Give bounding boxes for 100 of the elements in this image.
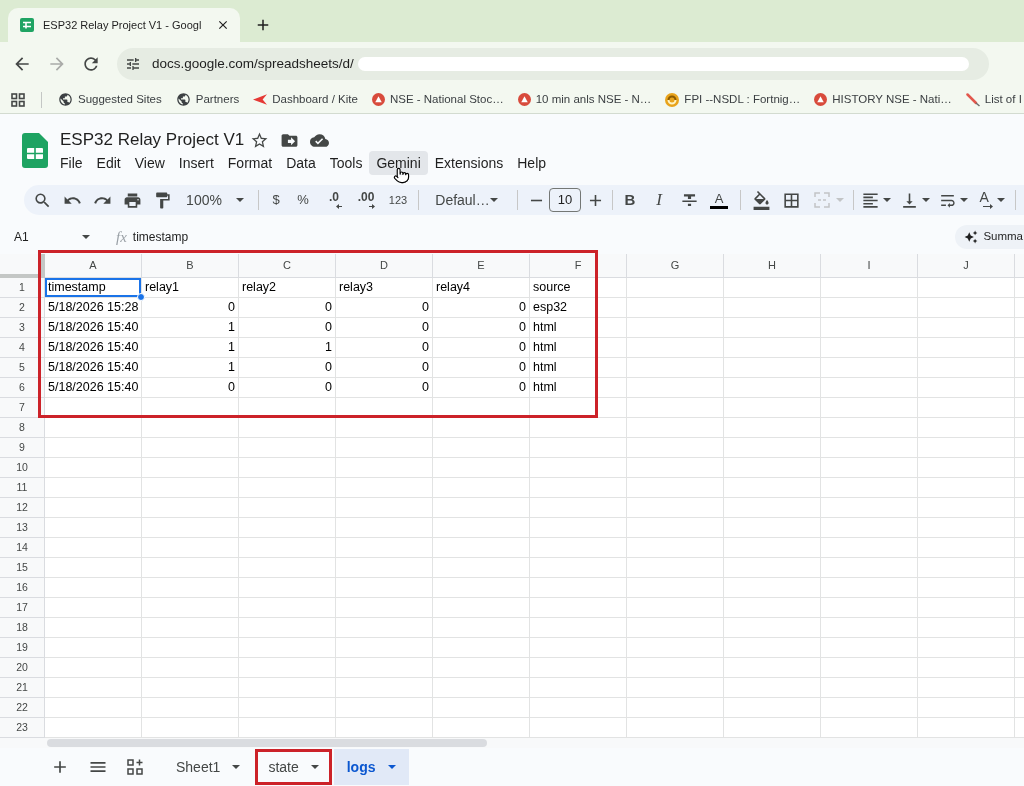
bookmark[interactable]: HISTORY NSE - Nati…	[814, 90, 952, 109]
align-left-icon	[861, 190, 880, 210]
menu-item[interactable]: File	[53, 151, 90, 175]
row-header[interactable]: 10	[0, 458, 45, 478]
row-header[interactable]: 5	[0, 358, 45, 378]
fill-handle-icon[interactable]	[137, 293, 145, 301]
row-header[interactable]: 19	[0, 638, 45, 658]
currency-button[interactable]: $	[264, 186, 288, 214]
bookmark[interactable]: NSE - National Stoc…	[371, 90, 504, 109]
row-header[interactable]: 13	[0, 518, 45, 538]
row-header[interactable]: 1	[0, 278, 45, 298]
table-cell: 0	[336, 318, 433, 338]
row-header[interactable]: 17	[0, 598, 45, 618]
print-icon[interactable]	[122, 190, 142, 210]
fill-color-icon[interactable]	[751, 190, 771, 210]
search-icon[interactable]	[32, 190, 52, 210]
row-header[interactable]: 22	[0, 698, 45, 718]
caret-icon	[82, 235, 90, 239]
table-cell: 0	[239, 318, 336, 338]
site-settings-icon[interactable]	[125, 56, 141, 72]
column-header[interactable]: J	[918, 254, 1015, 278]
caret-icon	[836, 198, 844, 202]
menu-item[interactable]: Help	[510, 151, 554, 175]
horizontal-scrollbar[interactable]	[47, 739, 487, 747]
menu-item[interactable]: Extensions	[427, 151, 511, 175]
table-cell: 0	[433, 298, 530, 318]
menu-item[interactable]: Insert	[171, 151, 221, 175]
hand-cursor-icon	[393, 166, 411, 185]
font-size-field[interactable]: 10	[549, 188, 581, 212]
row-header[interactable]: 18	[0, 618, 45, 638]
sheet-tab[interactable]: logs	[333, 749, 409, 785]
row-header[interactable]: 8	[0, 418, 45, 438]
close-icon[interactable]	[216, 18, 230, 32]
sheet-tab[interactable]: state	[255, 749, 332, 785]
decrease-decimals-button[interactable]: .0	[318, 186, 350, 214]
formula-input[interactable]: timestamp	[132, 225, 956, 249]
menu-item[interactable]: Format	[220, 151, 280, 175]
column-header[interactable]: A	[45, 254, 142, 278]
table-cell: 0	[433, 338, 530, 358]
browser-tab[interactable]: ESP32 Relay Project V1 - Googl	[8, 8, 240, 42]
summary-button[interactable]: Summa	[955, 225, 1024, 249]
bookmark[interactable]: Suggested Sites	[58, 90, 162, 109]
bookmark[interactable]: FPI --NSDL : Fortnig…	[665, 90, 801, 109]
column-header[interactable]: F	[530, 254, 627, 278]
address-bar[interactable]: docs.google.com/spreadsheets/d/	[117, 48, 989, 80]
bookmark[interactable]: 10 min anls NSE - N…	[517, 90, 652, 109]
table-cell: html	[530, 358, 627, 378]
italic-button[interactable]: I	[644, 186, 674, 214]
text-color-button[interactable]: A	[704, 186, 734, 214]
column-header[interactable]: G	[627, 254, 724, 278]
apps-grid-icon[interactable]	[11, 92, 25, 107]
column-header[interactable]: B	[142, 254, 239, 278]
table-cell: 5/18/2026 15:28	[45, 298, 142, 318]
borders-icon[interactable]	[781, 190, 801, 210]
sheet-tab[interactable]: Sheet1	[163, 749, 254, 785]
text-rotation-dropdown[interactable]: A	[972, 186, 1012, 214]
row-header[interactable]: 12	[0, 498, 45, 518]
column-header[interactable]: E	[433, 254, 530, 278]
column-header[interactable]: C	[239, 254, 336, 278]
quill-icon	[965, 92, 980, 107]
row-header[interactable]: 7	[0, 398, 45, 418]
bold-button[interactable]: B	[616, 186, 644, 214]
row-header[interactable]: 3	[0, 318, 45, 338]
column-header[interactable]: H	[724, 254, 821, 278]
star-icon[interactable]	[250, 130, 270, 150]
increase-decimals-button[interactable]: .00	[350, 186, 382, 214]
disc-icon	[517, 93, 531, 106]
menu-item[interactable]: Data	[279, 151, 323, 175]
row-header[interactable]: 9	[0, 438, 45, 458]
reload-icon[interactable]	[81, 54, 101, 74]
column-header[interactable]: D	[336, 254, 433, 278]
row-header[interactable]: 21	[0, 678, 45, 698]
sheet-grid-plus-icon[interactable]	[127, 759, 143, 775]
menu-item[interactable]: Edit	[89, 151, 128, 175]
row-header[interactable]: 20	[0, 658, 45, 678]
row-header[interactable]: 6	[0, 378, 45, 398]
bookmark[interactable]: Dashboard / Kite	[253, 90, 358, 109]
cell-reference-box[interactable]: A1	[8, 225, 96, 249]
column-header[interactable]: I	[821, 254, 918, 278]
zoom-dropdown[interactable]: 100%	[177, 186, 253, 214]
font-dropdown[interactable]: Defaul…	[423, 186, 511, 214]
row-header[interactable]: 16	[0, 578, 45, 598]
document-title[interactable]: ESP32 Relay Project V1	[60, 127, 245, 153]
row-header[interactable]: 2	[0, 298, 45, 318]
select-all-corner[interactable]	[0, 254, 45, 278]
bookmark[interactable]: List of I	[965, 90, 1022, 109]
menu-item[interactable]: Tools	[322, 151, 370, 175]
row-header[interactable]: 14	[0, 538, 45, 558]
menu-item[interactable]: View	[127, 151, 172, 175]
number-format-button[interactable]: 123	[382, 186, 414, 214]
row-header[interactable]: 4	[0, 338, 45, 358]
bookmark[interactable]: Partners	[175, 90, 240, 109]
row-header[interactable]: 23	[0, 718, 45, 738]
percent-button[interactable]: %	[288, 186, 318, 214]
spreadsheet-logo-icon[interactable]	[22, 133, 48, 168]
table-cell: 0	[142, 378, 239, 398]
row-header[interactable]: 15	[0, 558, 45, 578]
table-cell: 0	[336, 338, 433, 358]
row-header[interactable]: 11	[0, 478, 45, 498]
globe-icon	[58, 92, 73, 107]
